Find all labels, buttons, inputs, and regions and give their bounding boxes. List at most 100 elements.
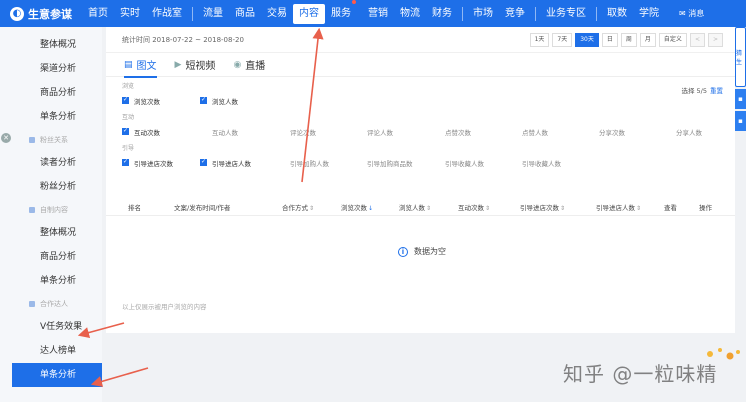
tab-short-video[interactable]: ▶ 短视频 [175, 53, 216, 77]
filter-group-title-browse: 浏览 [122, 83, 135, 90]
nav-item-service[interactable]: 服务 [325, 0, 362, 27]
sidebar-item-overview-2[interactable]: 整体概况 [0, 221, 102, 245]
filter-option[interactable]: 引导加购人数 [278, 158, 329, 168]
nav-item-warroom[interactable]: 作战室 [146, 0, 188, 27]
filter-option[interactable]: 引导加购商品数 [355, 158, 413, 168]
filter-option[interactable]: 评论次数 [278, 127, 316, 137]
sidebar-item-overview[interactable]: 整体概况 [0, 33, 102, 57]
filter-option[interactable]: 引导进店人数 [200, 158, 251, 168]
range-7day-button[interactable]: 7天 [552, 33, 573, 47]
message-button[interactable]: ✉ 消息 [679, 8, 704, 19]
nav-item-trade[interactable]: 交易 [261, 0, 293, 27]
checkbox-checked[interactable] [200, 158, 207, 166]
sidebar-item-channel-analysis[interactable]: 渠道分析 [0, 57, 102, 81]
col-guide-store-count[interactable]: 引导进店次数⇕ [520, 202, 565, 212]
sidebar-item-fan-analysis[interactable]: 粉丝分析 [0, 175, 102, 199]
checkbox[interactable] [510, 159, 517, 166]
nav-item-product[interactable]: 商品 [229, 0, 261, 27]
col-guide-store-users[interactable]: 引导进店人数⇕ [596, 202, 641, 212]
col-coop-mode[interactable]: 合作方式⇕ [282, 202, 314, 212]
checkbox[interactable] [664, 128, 671, 135]
filter-option[interactable]: 互动人数 [200, 127, 238, 137]
nav-item-logistics[interactable]: 物流 [394, 0, 426, 27]
col-browse-count[interactable]: 浏览次数↓ [341, 202, 373, 212]
nav-item-fetch-data[interactable]: 取数 [601, 0, 633, 27]
float-button-1[interactable]: ▪ [735, 89, 746, 109]
checkbox[interactable] [355, 128, 362, 135]
checkbox-checked[interactable] [200, 96, 207, 104]
nav-item-marketing[interactable]: 营销 [362, 0, 394, 27]
section-title: 粉丝关系 [40, 136, 68, 144]
checkbox[interactable] [433, 159, 440, 166]
chevron-left-icon[interactable]: < [689, 33, 705, 47]
checkbox[interactable] [355, 159, 362, 166]
section-icon [29, 301, 35, 307]
filter-option[interactable]: 互动次数 [122, 127, 160, 137]
info-icon: ▪ [738, 95, 743, 103]
filter-option[interactable]: 分享次数 [587, 127, 625, 137]
filter-row-guide: 引导进店次数 引导进店人数 引导加购人数 引导加购商品数 引导收藏人数 引导收藏… [106, 155, 735, 170]
nav-item-realtime[interactable]: 实时 [114, 0, 146, 27]
sidebar-item-product-analysis[interactable]: 商品分析 [0, 81, 102, 105]
sidebar-item-single-analysis[interactable]: 单条分析 [0, 105, 102, 129]
option-label: 引导进店次数 [134, 159, 173, 168]
checkbox[interactable] [433, 128, 440, 135]
sidebar-item-v-task[interactable]: V任务效果 [0, 315, 102, 339]
filter-option[interactable]: 引导进店次数 [122, 158, 173, 168]
right-float-label: 猜生 [736, 50, 743, 66]
col-browse-users[interactable]: 浏览人数⇕ [399, 202, 431, 212]
float-button-2[interactable]: ▪ [735, 111, 746, 131]
range-custom-button[interactable]: 自定义 [658, 33, 687, 47]
nav-item-finance[interactable]: 财务 [426, 0, 458, 27]
chevron-right-icon[interactable]: > [707, 33, 723, 47]
date-range-selector: 1天 7天 30天 日 周 月 自定义 < > [527, 33, 723, 47]
filter-option[interactable]: 浏览次数 [122, 96, 160, 106]
filter-option[interactable]: 点赞次数 [433, 127, 471, 137]
filter-option[interactable]: 点赞人数 [510, 127, 548, 137]
nav-item-academy[interactable]: 学院 [633, 0, 665, 27]
range-1day-button[interactable]: 1天 [529, 33, 550, 47]
nav-item-business-zone[interactable]: 业务专区 [540, 0, 592, 27]
filter-option[interactable]: 引导收藏人数 [433, 158, 484, 168]
checkbox[interactable] [278, 128, 285, 135]
sidebar-section-fans: 粉丝关系 [0, 129, 102, 151]
sidebar-item-product-analysis-2[interactable]: 商品分析 [0, 245, 102, 269]
nav-divider [462, 6, 463, 21]
checkbox[interactable] [200, 128, 207, 135]
checkbox[interactable] [278, 159, 285, 166]
nav-item-traffic[interactable]: 流量 [197, 0, 229, 27]
brand-logo[interactable]: ◐ 生意参谋 [0, 6, 82, 22]
range-week-button[interactable]: 周 [620, 33, 637, 47]
checkbox-checked[interactable] [122, 96, 129, 104]
range-day-button[interactable]: 日 [601, 33, 618, 47]
nav-item-home[interactable]: 首页 [82, 0, 114, 27]
table-header: 排名 文案/发布时间/作者 合作方式⇕ 浏览次数↓ 浏览人数⇕ 互动次数⇕ 引导… [106, 196, 735, 216]
sidebar-item-influencer-ranking[interactable]: 达人榜单 [0, 339, 102, 363]
tab-graphic[interactable]: ▤ 图文 [124, 53, 157, 78]
sidebar-item-reader-analysis[interactable]: 读者分析 [0, 151, 102, 175]
right-float-card[interactable]: 猜生 [735, 27, 746, 87]
range-30day-button[interactable]: 30天 [575, 33, 599, 47]
option-label: 评论人数 [367, 128, 393, 137]
col-view: 查看 [664, 204, 677, 212]
filter-option[interactable]: 分享人数 [664, 127, 702, 137]
nav-item-market[interactable]: 市场 [467, 0, 499, 27]
sort-desc-icon: ↓ [368, 205, 374, 212]
checkbox-checked[interactable] [122, 127, 129, 135]
checkbox-checked[interactable] [122, 158, 129, 166]
col-interact-count[interactable]: 互动次数⇕ [458, 202, 490, 212]
filter-option[interactable]: 评论人数 [355, 127, 393, 137]
sidebar-item-single-analysis-3[interactable]: 单条分析 [12, 363, 102, 387]
filter-group-title-interact: 互动 [122, 114, 135, 121]
option-label: 浏览人数 [212, 97, 238, 106]
range-month-button[interactable]: 月 [639, 33, 656, 47]
filter-option[interactable]: 浏览人数 [200, 96, 238, 106]
checkbox[interactable] [587, 128, 594, 135]
nav-item-competition[interactable]: 竞争 [499, 0, 531, 27]
filter-option[interactable]: 引导收藏人数 [510, 158, 561, 168]
collapse-sidebar-icon[interactable]: ✕ [1, 133, 11, 143]
sidebar-item-single-analysis-2[interactable]: 单条分析 [0, 269, 102, 293]
tab-live[interactable]: ◉ 直播 [233, 53, 265, 77]
checkbox[interactable] [510, 128, 517, 135]
nav-item-content[interactable]: 内容 [293, 3, 325, 24]
